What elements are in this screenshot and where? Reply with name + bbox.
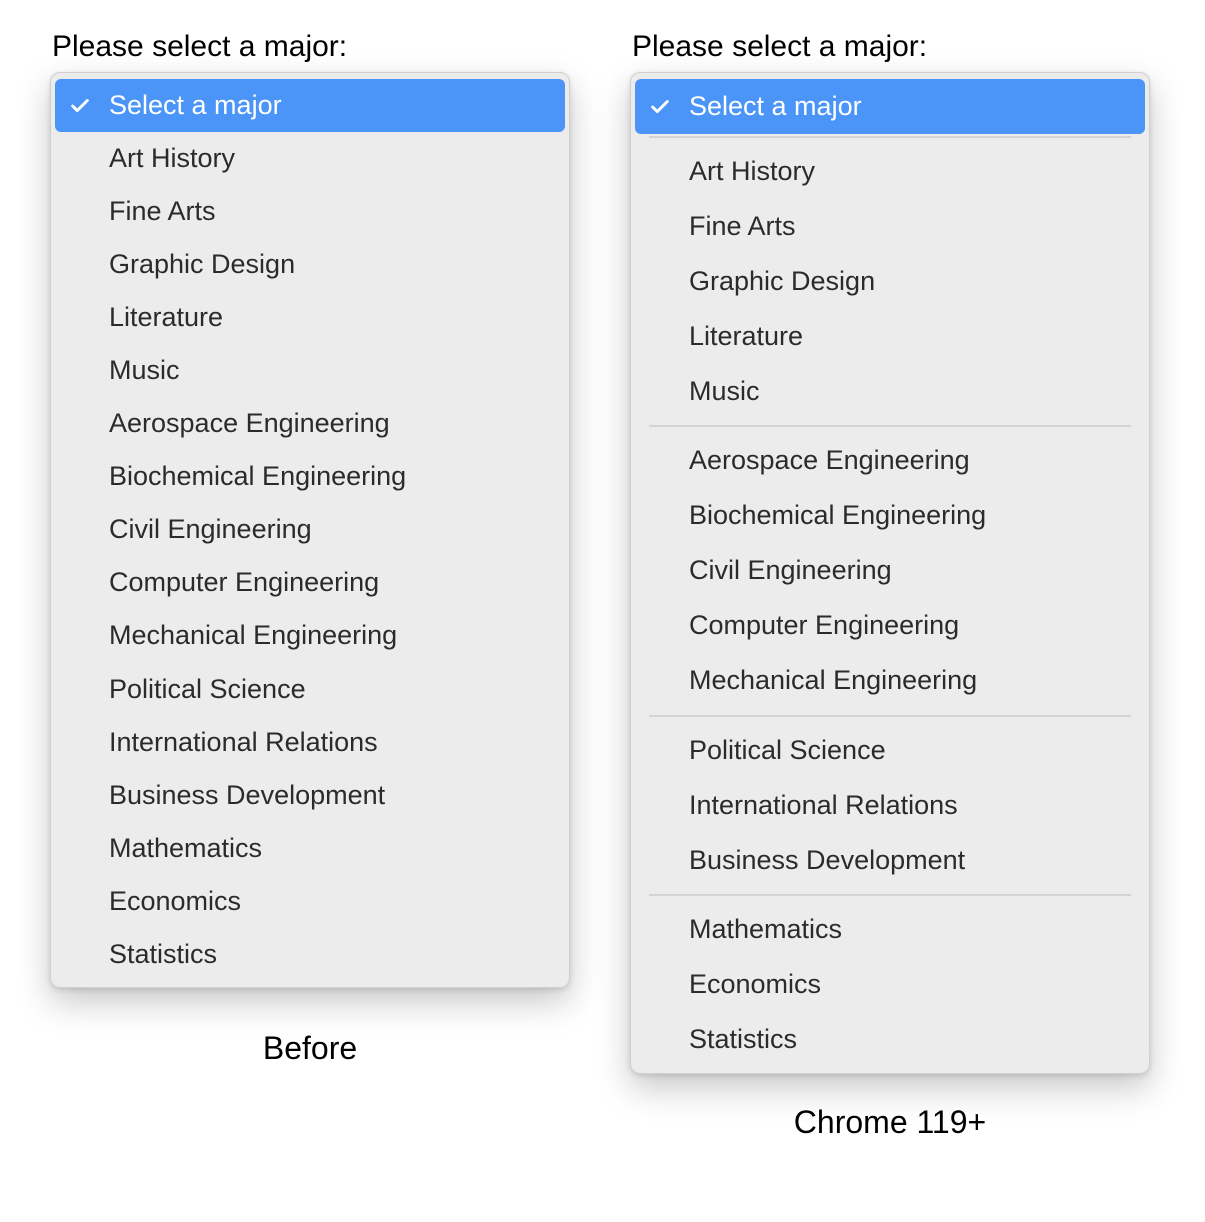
option-label: Statistics: [109, 939, 217, 969]
option-label: Mechanical Engineering: [689, 665, 977, 695]
option-label: Civil Engineering: [689, 555, 892, 585]
option-label: Select a major: [109, 90, 282, 120]
option-label: Art History: [689, 156, 815, 186]
option-item[interactable]: Literature: [631, 309, 1149, 364]
option-item[interactable]: Mechanical Engineering: [631, 653, 1149, 708]
option-label: Mechanical Engineering: [109, 620, 397, 650]
option-label: Business Development: [109, 780, 385, 810]
option-label: Mathematics: [109, 833, 262, 863]
select-label-after: Please select a major:: [632, 30, 1150, 64]
caption-after: Chrome 119+: [630, 1104, 1150, 1141]
option-item[interactable]: Business Development: [631, 833, 1149, 888]
option-label: Literature: [109, 302, 223, 332]
option-label: Economics: [109, 886, 241, 916]
group-separator: [649, 425, 1131, 427]
option-item[interactable]: Civil Engineering: [51, 503, 569, 556]
option-item[interactable]: Fine Arts: [631, 199, 1149, 254]
option-label: Biochemical Engineering: [689, 500, 986, 530]
select-label-before: Please select a major:: [52, 30, 570, 64]
option-item[interactable]: Political Science: [631, 723, 1149, 778]
option-item[interactable]: Mechanical Engineering: [51, 609, 569, 662]
option-label: Computer Engineering: [109, 567, 379, 597]
option-item[interactable]: Economics: [631, 957, 1149, 1012]
option-item[interactable]: Art History: [631, 144, 1149, 199]
select-menu-before[interactable]: Select a major Art History Fine Arts Graph…: [50, 72, 570, 988]
option-label: Music: [109, 355, 180, 385]
option-item[interactable]: International Relations: [631, 778, 1149, 833]
option-selected[interactable]: Select a major: [635, 79, 1145, 134]
option-item[interactable]: Fine Arts: [51, 185, 569, 238]
option-label: Political Science: [689, 735, 886, 765]
option-selected[interactable]: Select a major: [55, 79, 565, 132]
option-item[interactable]: International Relations: [51, 716, 569, 769]
option-label: Statistics: [689, 1024, 797, 1054]
option-label: Civil Engineering: [109, 514, 312, 544]
group-separator: [649, 715, 1131, 717]
group-separator: [649, 894, 1131, 896]
option-item[interactable]: Graphic Design: [631, 254, 1149, 309]
option-label: International Relations: [109, 727, 378, 757]
option-label: Economics: [689, 969, 821, 999]
option-item[interactable]: Graphic Design: [51, 238, 569, 291]
option-item[interactable]: Business Development: [51, 769, 569, 822]
option-label: Mathematics: [689, 914, 842, 944]
option-item[interactable]: Civil Engineering: [631, 543, 1149, 598]
option-item[interactable]: Mathematics: [631, 902, 1149, 957]
caption-before: Before: [50, 1030, 570, 1067]
option-item[interactable]: Computer Engineering: [631, 598, 1149, 653]
option-item[interactable]: Art History: [51, 132, 569, 185]
option-label: Music: [689, 376, 760, 406]
option-item[interactable]: Computer Engineering: [51, 556, 569, 609]
option-label: Aerospace Engineering: [689, 445, 970, 475]
option-item[interactable]: Aerospace Engineering: [51, 397, 569, 450]
option-item[interactable]: Music: [51, 344, 569, 397]
option-label: Biochemical Engineering: [109, 461, 406, 491]
option-item[interactable]: Music: [631, 364, 1149, 419]
option-label: Art History: [109, 143, 235, 173]
option-item[interactable]: Biochemical Engineering: [631, 488, 1149, 543]
check-icon: [69, 95, 91, 117]
option-item[interactable]: Economics: [51, 875, 569, 928]
option-item[interactable]: Statistics: [51, 928, 569, 981]
option-label: Aerospace Engineering: [109, 408, 390, 438]
option-label: International Relations: [689, 790, 958, 820]
option-label: Fine Arts: [689, 211, 796, 241]
option-label: Political Science: [109, 674, 306, 704]
option-item[interactable]: Statistics: [631, 1012, 1149, 1067]
option-item[interactable]: Political Science: [51, 663, 569, 716]
option-item[interactable]: Aerospace Engineering: [631, 433, 1149, 488]
option-label: Business Development: [689, 845, 965, 875]
option-label: Fine Arts: [109, 196, 216, 226]
option-item[interactable]: Literature: [51, 291, 569, 344]
option-label: Literature: [689, 321, 803, 351]
option-label: Graphic Design: [689, 266, 875, 296]
select-menu-after[interactable]: Select a major Art History Fine Arts Graph…: [630, 72, 1150, 1074]
before-column: Please select a major: Select a major Ar…: [50, 30, 570, 1067]
option-item[interactable]: Biochemical Engineering: [51, 450, 569, 503]
option-label: Graphic Design: [109, 249, 295, 279]
after-column: Please select a major: Select a major Ar…: [630, 30, 1150, 1141]
group-separator: [649, 136, 1131, 138]
option-item[interactable]: Mathematics: [51, 822, 569, 875]
option-label: Computer Engineering: [689, 610, 959, 640]
option-label: Select a major: [689, 91, 862, 121]
check-icon: [649, 96, 671, 118]
